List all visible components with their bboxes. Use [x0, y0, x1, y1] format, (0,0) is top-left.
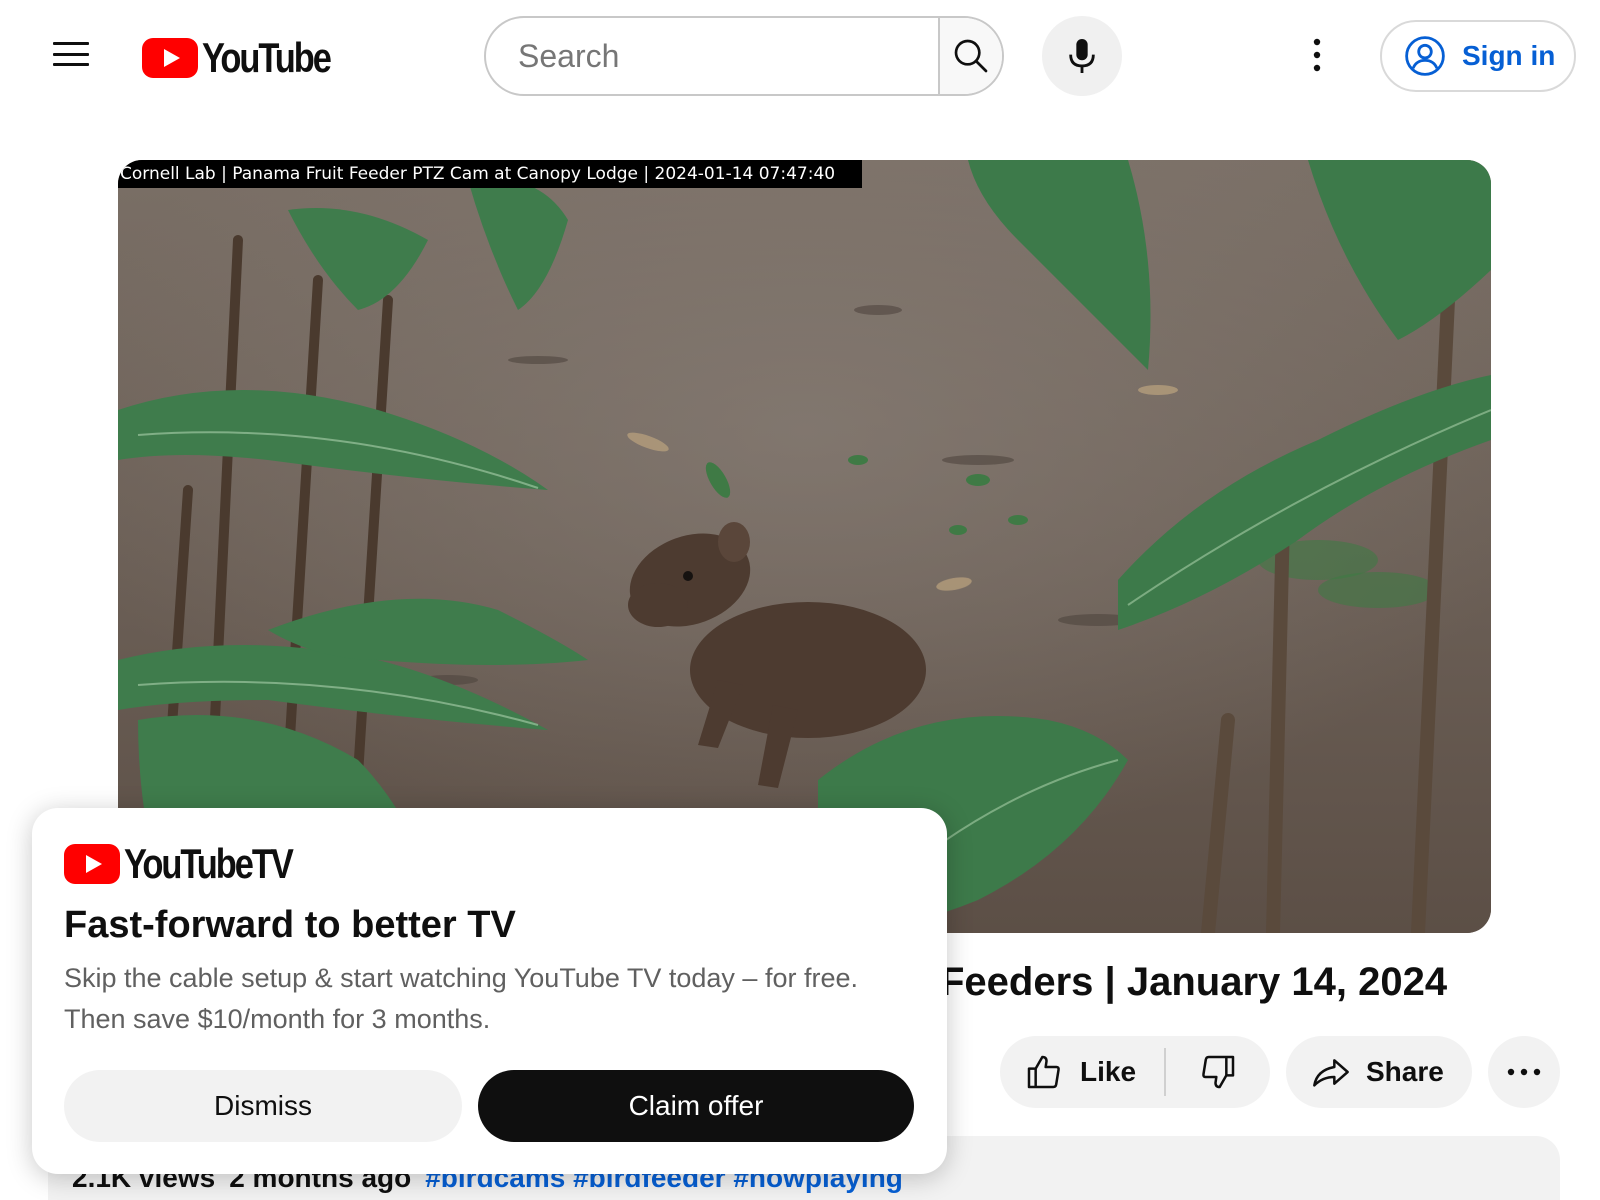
voice-search-button[interactable] [1042, 16, 1122, 96]
share-label: Share [1366, 1056, 1444, 1087]
thumbs-down-icon [1202, 1055, 1235, 1089]
claim-offer-button[interactable]: Claim offer [478, 1070, 914, 1142]
dislike-button[interactable] [1166, 1036, 1270, 1108]
like-button[interactable]: Like [1000, 1036, 1164, 1108]
more-actions-button[interactable] [1488, 1036, 1560, 1108]
more-vertical-icon [1313, 38, 1321, 72]
thumbs-up-icon [1027, 1055, 1060, 1089]
play-logo-icon [64, 844, 120, 884]
microphone-icon [1069, 39, 1095, 73]
video-title: Feeders | January 14, 2024 [940, 960, 1448, 1004]
account-icon [1405, 36, 1445, 76]
search-bar [484, 16, 1004, 96]
play-logo-icon [142, 38, 198, 78]
search-button[interactable] [938, 18, 1002, 94]
youtube-tv-promo-dialog: YouTubeTV Fast-forward to better TV Skip… [32, 808, 947, 1174]
promo-body: Skip the cable setup & start watching Yo… [64, 963, 858, 1034]
promo-title: Fast-forward to better TV [64, 904, 516, 946]
camera-overlay-text: Cornell Lab | Panama Fruit Feeder PTZ Ca… [118, 160, 862, 188]
youtube-tv-wordmark: YouTubeTV [124, 840, 294, 887]
youtube-logo[interactable]: YouTube [142, 34, 358, 82]
share-button[interactable]: Share [1286, 1036, 1472, 1108]
search-input[interactable] [486, 18, 938, 94]
dismiss-button[interactable]: Dismiss [64, 1070, 462, 1142]
sign-in-button[interactable]: Sign in [1380, 20, 1576, 92]
search-icon [954, 39, 988, 73]
logo-wordmark: YouTube [202, 34, 332, 81]
more-horizontal-icon [1507, 1068, 1541, 1076]
like-label: Like [1080, 1056, 1137, 1087]
like-dislike-group: Like [1000, 1036, 1270, 1108]
sign-in-label: Sign in [1462, 40, 1556, 71]
menu-icon[interactable] [52, 38, 90, 70]
youtube-tv-logo: YouTubeTV [64, 840, 329, 888]
settings-menu-button[interactable] [1292, 30, 1342, 80]
share-icon [1313, 1059, 1349, 1087]
